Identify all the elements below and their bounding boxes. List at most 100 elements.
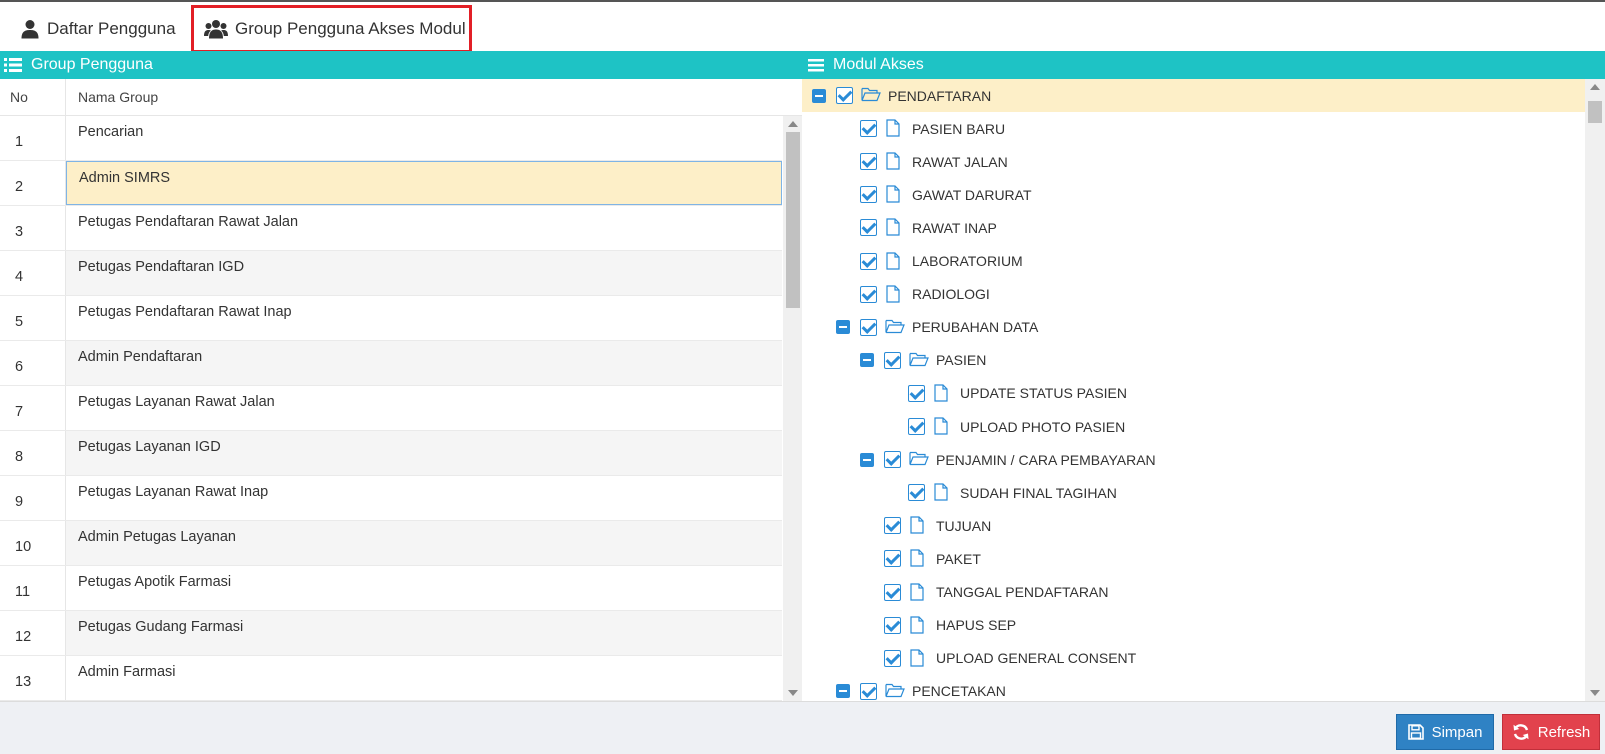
checkbox-checked-icon[interactable] (860, 153, 877, 171)
checkbox-checked-icon[interactable] (908, 384, 925, 402)
modul-akses-header: Modul Akses (802, 51, 1605, 79)
tree-node-label: TUJUAN (936, 517, 992, 534)
checkbox-checked-icon[interactable] (884, 649, 901, 667)
checkbox-checked-icon[interactable] (836, 87, 853, 104)
refresh-label: Refresh (1537, 723, 1591, 741)
collapse-toggle-icon[interactable] (812, 88, 826, 103)
checkbox-checked-icon[interactable] (884, 517, 901, 535)
checkbox-checked-icon[interactable] (860, 318, 877, 336)
tree-node[interactable]: PERUBAHAN DATA (802, 311, 1585, 344)
checkbox-checked-icon[interactable] (860, 120, 877, 138)
checkbox-checked-icon[interactable] (908, 418, 925, 435)
folder-open-icon (909, 351, 929, 370)
table-row[interactable]: 13 Admin Farmasi (0, 656, 782, 701)
table-row[interactable]: 7 Petugas Layanan Rawat Jalan (0, 386, 782, 431)
folder-open-icon (909, 450, 929, 469)
table-row[interactable]: 8 Petugas Layanan IGD (0, 431, 782, 476)
collapse-toggle-icon[interactable] (860, 452, 874, 467)
table-row[interactable]: 4 Petugas Pendaftaran IGD (0, 251, 782, 296)
tree-node[interactable]: TANGGAL PENDAFTARAN (802, 576, 1585, 609)
tree-node-label: HAPUS SEP (936, 617, 1017, 634)
grid-scrollbar[interactable] (783, 116, 802, 701)
tree-node-label: PASIEN (936, 352, 987, 369)
column-header-nama-group[interactable]: Nama Group (66, 79, 802, 115)
tree-node-label: PENCETAKAN (912, 683, 1006, 700)
checkbox-checked-icon[interactable] (884, 550, 901, 568)
tree-node[interactable]: RAWAT JALAN (802, 145, 1585, 178)
tree-node[interactable]: PASIEN (802, 344, 1585, 377)
tab-bar: Daftar Pengguna Group Pengguna Akses Mod… (0, 2, 1605, 53)
checkbox-checked-icon[interactable] (884, 351, 901, 369)
tree-node[interactable]: GAWAT DARURAT (802, 178, 1585, 211)
tree-node[interactable]: TUJUAN (802, 509, 1585, 542)
tab-daftar-pengguna[interactable]: Daftar Pengguna (20, 6, 180, 52)
group-name-cell: Pencarian (78, 124, 144, 140)
tree-node[interactable]: LABORATORIUM (802, 245, 1585, 278)
table-row[interactable]: 2 Admin SIMRS (0, 161, 782, 206)
group-name-cell: Petugas Layanan IGD (66, 431, 782, 475)
simpan-button[interactable]: Simpan (1396, 714, 1494, 750)
tree-node[interactable]: HAPUS SEP (802, 609, 1585, 642)
file-icon (933, 384, 952, 403)
tree-node[interactable]: PASIEN BARU (802, 112, 1585, 145)
checkbox-checked-icon[interactable] (884, 451, 901, 469)
group-name-cell: Admin Petugas Layanan (66, 521, 782, 565)
scroll-thumb[interactable] (786, 132, 800, 308)
tree-node[interactable]: PAKET (802, 542, 1585, 575)
group-name-cell: Petugas Apotik Farmasi (78, 574, 232, 590)
file-icon (885, 152, 904, 171)
scroll-up-arrow-icon[interactable] (1590, 84, 1600, 90)
tree-node[interactable]: UPLOAD PHOTO PASIEN (802, 410, 1585, 443)
scroll-down-arrow-icon[interactable] (1590, 690, 1600, 696)
file-icon (885, 251, 904, 271)
table-row[interactable]: 9 Petugas Layanan Rawat Inap (0, 476, 782, 521)
list-icon (4, 58, 22, 72)
tree-node[interactable]: SUDAH FINAL TAGIHAN (802, 476, 1585, 509)
column-header-no[interactable]: No (0, 79, 66, 115)
row-number: 8 (0, 431, 66, 475)
table-row[interactable]: 11 Petugas Apotik Farmasi (0, 566, 782, 611)
checkbox-checked-icon[interactable] (860, 186, 877, 204)
collapse-toggle-icon[interactable] (836, 684, 850, 699)
checkbox-checked-icon[interactable] (860, 252, 877, 270)
scroll-thumb[interactable] (1588, 101, 1602, 123)
tree-node[interactable]: PENCETAKAN (802, 675, 1585, 701)
table-row[interactable]: 3 Petugas Pendaftaran Rawat Jalan (0, 206, 782, 251)
tree-scrollbar[interactable] (1585, 79, 1605, 701)
tab-group-pengguna-akses-modul[interactable]: Group Pengguna Akses Modul (191, 5, 472, 53)
checkbox-checked-icon[interactable] (860, 285, 877, 303)
checkbox-checked-icon[interactable] (860, 682, 877, 700)
group-name-cell: Admin Pendaftaran (66, 341, 782, 385)
table-row[interactable]: 1 Pencarian (0, 116, 782, 161)
tree-node[interactable]: PENDAFTARAN (802, 79, 1585, 112)
tree-node[interactable]: RADIOLOGI (802, 278, 1585, 311)
group-name-cell: Petugas Layanan Rawat Inap (78, 484, 269, 500)
scroll-up-arrow-icon[interactable] (788, 121, 798, 127)
checkbox-checked-icon[interactable] (908, 484, 925, 502)
scroll-down-arrow-icon[interactable] (788, 690, 798, 696)
table-row[interactable]: 10 Admin Petugas Layanan (0, 521, 782, 566)
tree-node-label: RAWAT INAP (912, 219, 997, 236)
checkbox-checked-icon[interactable] (884, 616, 901, 634)
simpan-label: Simpan (1431, 723, 1483, 741)
row-number: 3 (0, 206, 66, 250)
tree-node[interactable]: RAWAT INAP (802, 211, 1585, 244)
tab-label: Group Pengguna Akses Modul (235, 19, 466, 38)
table-row[interactable]: 5 Petugas Pendaftaran Rawat Inap (0, 296, 782, 341)
tree-node[interactable]: UPDATE STATUS PASIEN (802, 377, 1585, 410)
user-icon (21, 20, 39, 39)
checkbox-checked-icon[interactable] (860, 219, 877, 237)
collapse-toggle-icon[interactable] (836, 320, 850, 335)
table-row[interactable]: 6 Admin Pendaftaran (0, 341, 782, 386)
file-icon (885, 284, 904, 304)
row-number: 11 (0, 566, 66, 610)
collapse-toggle-icon[interactable] (860, 353, 874, 368)
table-row[interactable]: 12 Petugas Gudang Farmasi (0, 611, 782, 656)
tree-node[interactable]: UPLOAD GENERAL CONSENT (802, 642, 1585, 675)
folder-open-icon (885, 318, 905, 337)
refresh-button[interactable]: Refresh (1502, 714, 1600, 750)
group-name-cell: Petugas Pendaftaran Rawat Inap (78, 304, 292, 320)
checkbox-checked-icon[interactable] (884, 583, 901, 601)
menu-icon (808, 59, 824, 72)
tree-node[interactable]: PENJAMIN / CARA PEMBAYARAN (802, 443, 1585, 476)
